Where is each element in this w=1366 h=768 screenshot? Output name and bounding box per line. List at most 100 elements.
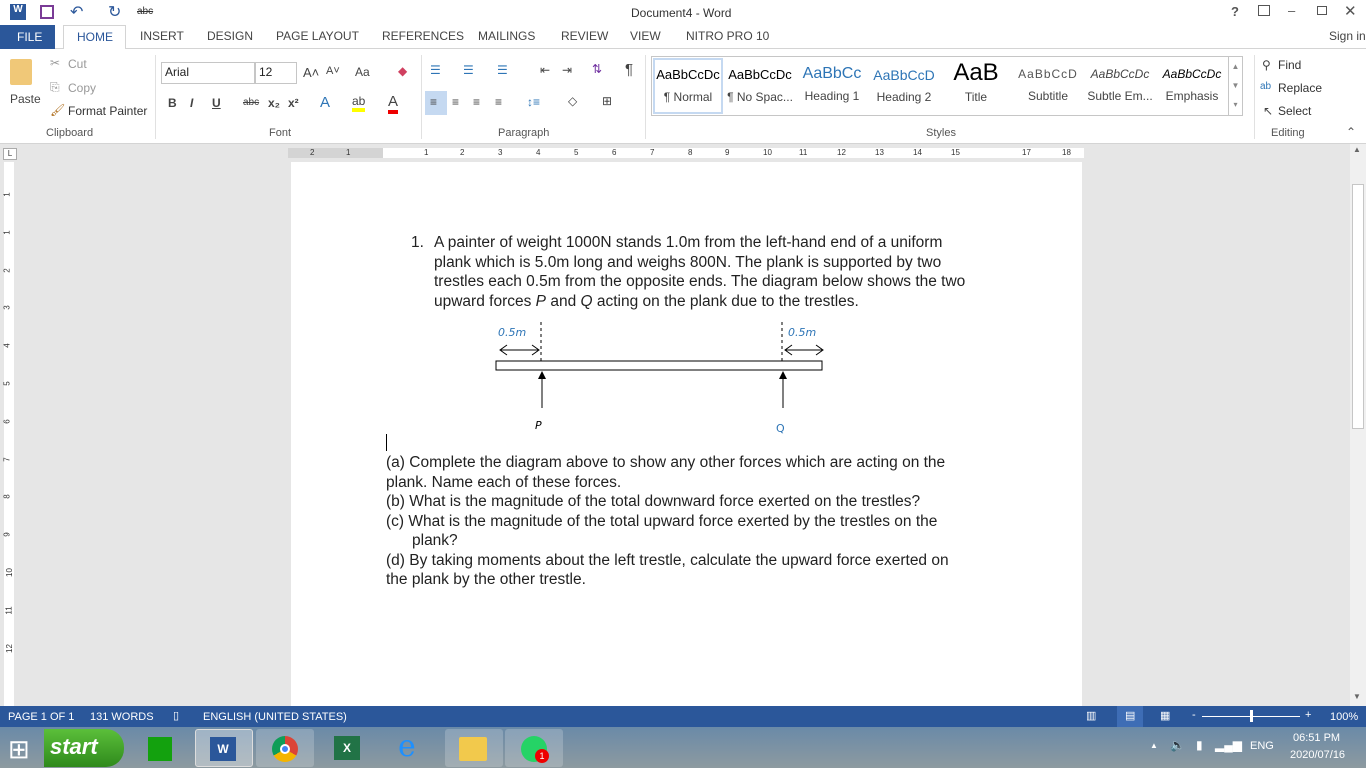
- collapse-ribbon-icon[interactable]: ⌃: [1346, 125, 1356, 139]
- tab-home[interactable]: HOME: [63, 25, 126, 50]
- bold-button[interactable]: B: [168, 96, 177, 110]
- replace-button[interactable]: Replace: [1278, 81, 1322, 95]
- zoom-slider-thumb[interactable]: [1250, 710, 1253, 722]
- clock-date[interactable]: 2020/07/16: [1290, 749, 1345, 761]
- format-painter-button[interactable]: Format Painter: [68, 104, 147, 118]
- tab-file[interactable]: FILE: [0, 25, 55, 49]
- multilevel-list-icon[interactable]: ☰: [497, 63, 508, 77]
- zoom-in-button[interactable]: +: [1305, 709, 1311, 721]
- restore-button[interactable]: [1317, 6, 1327, 15]
- line-spacing-icon[interactable]: ↕≡: [527, 95, 540, 109]
- battery-icon[interactable]: ▮: [1196, 738, 1203, 752]
- font-name-select[interactable]: Arial: [161, 62, 255, 84]
- vertical-scrollbar[interactable]: ▲ ▼: [1350, 144, 1366, 706]
- input-language[interactable]: ENG: [1250, 740, 1274, 752]
- align-right-icon[interactable]: ≡: [473, 95, 480, 109]
- zoom-out-button[interactable]: -: [1192, 709, 1196, 721]
- shading-icon[interactable]: ◇: [568, 94, 577, 108]
- borders-icon[interactable]: ⊞: [602, 94, 612, 108]
- font-color-icon[interactable]: A: [388, 93, 399, 114]
- page-count[interactable]: PAGE 1 OF 1: [8, 711, 74, 723]
- whatsapp-taskbar-button[interactable]: 1: [505, 729, 563, 767]
- proofing-icon[interactable]: ▯: [173, 709, 179, 722]
- word-taskbar-button[interactable]: W: [195, 729, 253, 767]
- sort-icon[interactable]: ⇅: [592, 62, 602, 76]
- cut-button[interactable]: Cut: [68, 57, 87, 71]
- tab-view[interactable]: VIEW: [630, 29, 661, 43]
- copy-button[interactable]: Copy: [68, 81, 96, 95]
- cut-icon[interactable]: ✂: [50, 56, 60, 70]
- vertical-ruler[interactable]: 1 1 2 3 4 5 6 7 8 9 10 11 12: [0, 162, 18, 706]
- scroll-up-arrow[interactable]: ▲: [1353, 145, 1361, 154]
- highlight-icon[interactable]: ab: [352, 94, 366, 112]
- shrink-font-button[interactable]: A˅: [326, 65, 340, 77]
- chrome-taskbar-button[interactable]: [256, 729, 314, 767]
- redo-icon[interactable]: ↻: [108, 2, 121, 22]
- select-button[interactable]: Select: [1278, 104, 1311, 118]
- clock-time[interactable]: 06:51 PM: [1293, 732, 1340, 744]
- scroll-down-arrow[interactable]: ▼: [1353, 692, 1361, 701]
- grow-font-button[interactable]: A˄: [303, 65, 319, 80]
- show-hidden-icons[interactable]: ▲: [1150, 741, 1158, 750]
- find-icon[interactable]: ⚲: [1262, 58, 1271, 72]
- network-icon[interactable]: ▂▄▆: [1215, 738, 1242, 752]
- subscript-button[interactable]: x₂: [268, 96, 280, 110]
- excel-taskbar-button[interactable]: X: [318, 729, 376, 767]
- style-subtle-emphasis[interactable]: AaBbCcDc Subtle Em...: [1084, 67, 1156, 103]
- underline-button[interactable]: U: [212, 96, 221, 110]
- change-case-button[interactable]: Aa: [355, 65, 370, 79]
- question-parts[interactable]: (a) Complete the diagram above to show a…: [386, 453, 986, 590]
- zoom-level[interactable]: 100%: [1330, 711, 1358, 723]
- find-button[interactable]: Find: [1278, 58, 1301, 72]
- close-button[interactable]: ✕: [1344, 2, 1357, 20]
- print-layout-button[interactable]: ▤: [1117, 706, 1143, 727]
- tab-review[interactable]: REVIEW: [561, 29, 608, 43]
- word-count[interactable]: 131 WORDS: [90, 711, 154, 723]
- read-mode-icon[interactable]: ▥: [1086, 709, 1096, 722]
- web-layout-icon[interactable]: ▦: [1160, 709, 1170, 722]
- bullets-icon[interactable]: ☰: [430, 63, 441, 77]
- superscript-button[interactable]: x²: [288, 96, 299, 110]
- save-icon[interactable]: [40, 5, 54, 19]
- store-taskbar-button[interactable]: [134, 729, 188, 767]
- paste-icon[interactable]: [10, 59, 32, 85]
- horizontal-ruler[interactable]: L 2 1 1 2 3 4 5 6 7 8 9 10 11 12 13 14 15 17 18: [0, 144, 1366, 162]
- strikethrough-button[interactable]: abc: [243, 97, 259, 108]
- select-icon[interactable]: ↖: [1263, 104, 1273, 118]
- language[interactable]: ENGLISH (UNITED STATES): [203, 711, 347, 723]
- minimize-button[interactable]: –: [1288, 3, 1295, 18]
- tab-references[interactable]: REFERENCES: [382, 29, 464, 43]
- tab-page-layout[interactable]: PAGE LAYOUT: [276, 29, 359, 43]
- align-center-icon[interactable]: ≡: [452, 95, 459, 109]
- font-size-select[interactable]: 12: [255, 62, 297, 84]
- italic-button[interactable]: I: [190, 96, 193, 110]
- scrollbar-thumb[interactable]: [1352, 184, 1364, 429]
- spelling-icon[interactable]: abc: [137, 6, 153, 17]
- styles-scroll[interactable]: ▲ ▼ ▾: [1228, 57, 1242, 115]
- paste-button[interactable]: Paste: [10, 92, 41, 106]
- format-painter-icon[interactable]: 🖌: [50, 103, 65, 117]
- undo-icon[interactable]: ↶: [70, 2, 83, 22]
- document-page[interactable]: 1. A painter of weight 1000N stands 1.0m…: [291, 162, 1082, 706]
- tab-design[interactable]: DESIGN: [207, 29, 253, 43]
- ie-taskbar-button[interactable]: e: [382, 729, 440, 767]
- tab-nitro[interactable]: NITRO PRO 10: [686, 29, 769, 43]
- style-heading-1[interactable]: AaBbCc Heading 1: [796, 65, 868, 103]
- style-emphasis[interactable]: AaBbCcDc Emphasis: [1156, 67, 1228, 103]
- help-button[interactable]: ?: [1231, 4, 1239, 19]
- copy-icon[interactable]: ⎘: [50, 80, 60, 95]
- style-heading-2[interactable]: AaBbCcD Heading 2: [868, 67, 940, 104]
- clear-formatting-icon[interactable]: ◆: [398, 64, 407, 78]
- style-subtitle[interactable]: AaBbCcD Subtitle: [1012, 67, 1084, 103]
- start-button[interactable]: start: [44, 729, 124, 767]
- tab-insert[interactable]: INSERT: [140, 29, 184, 43]
- align-left-button[interactable]: ≡: [425, 91, 447, 115]
- explorer-taskbar-button[interactable]: [445, 729, 503, 767]
- windows-logo-icon[interactable]: ⊞: [8, 736, 38, 762]
- numbering-icon[interactable]: ☰: [463, 63, 474, 77]
- ribbon-display-options-icon[interactable]: [1258, 5, 1270, 16]
- style-title[interactable]: AaB Title: [940, 59, 1012, 104]
- show-formatting-button[interactable]: ¶: [625, 61, 633, 78]
- decrease-indent-icon[interactable]: ⇤: [540, 63, 550, 77]
- justify-icon[interactable]: ≡: [495, 95, 502, 109]
